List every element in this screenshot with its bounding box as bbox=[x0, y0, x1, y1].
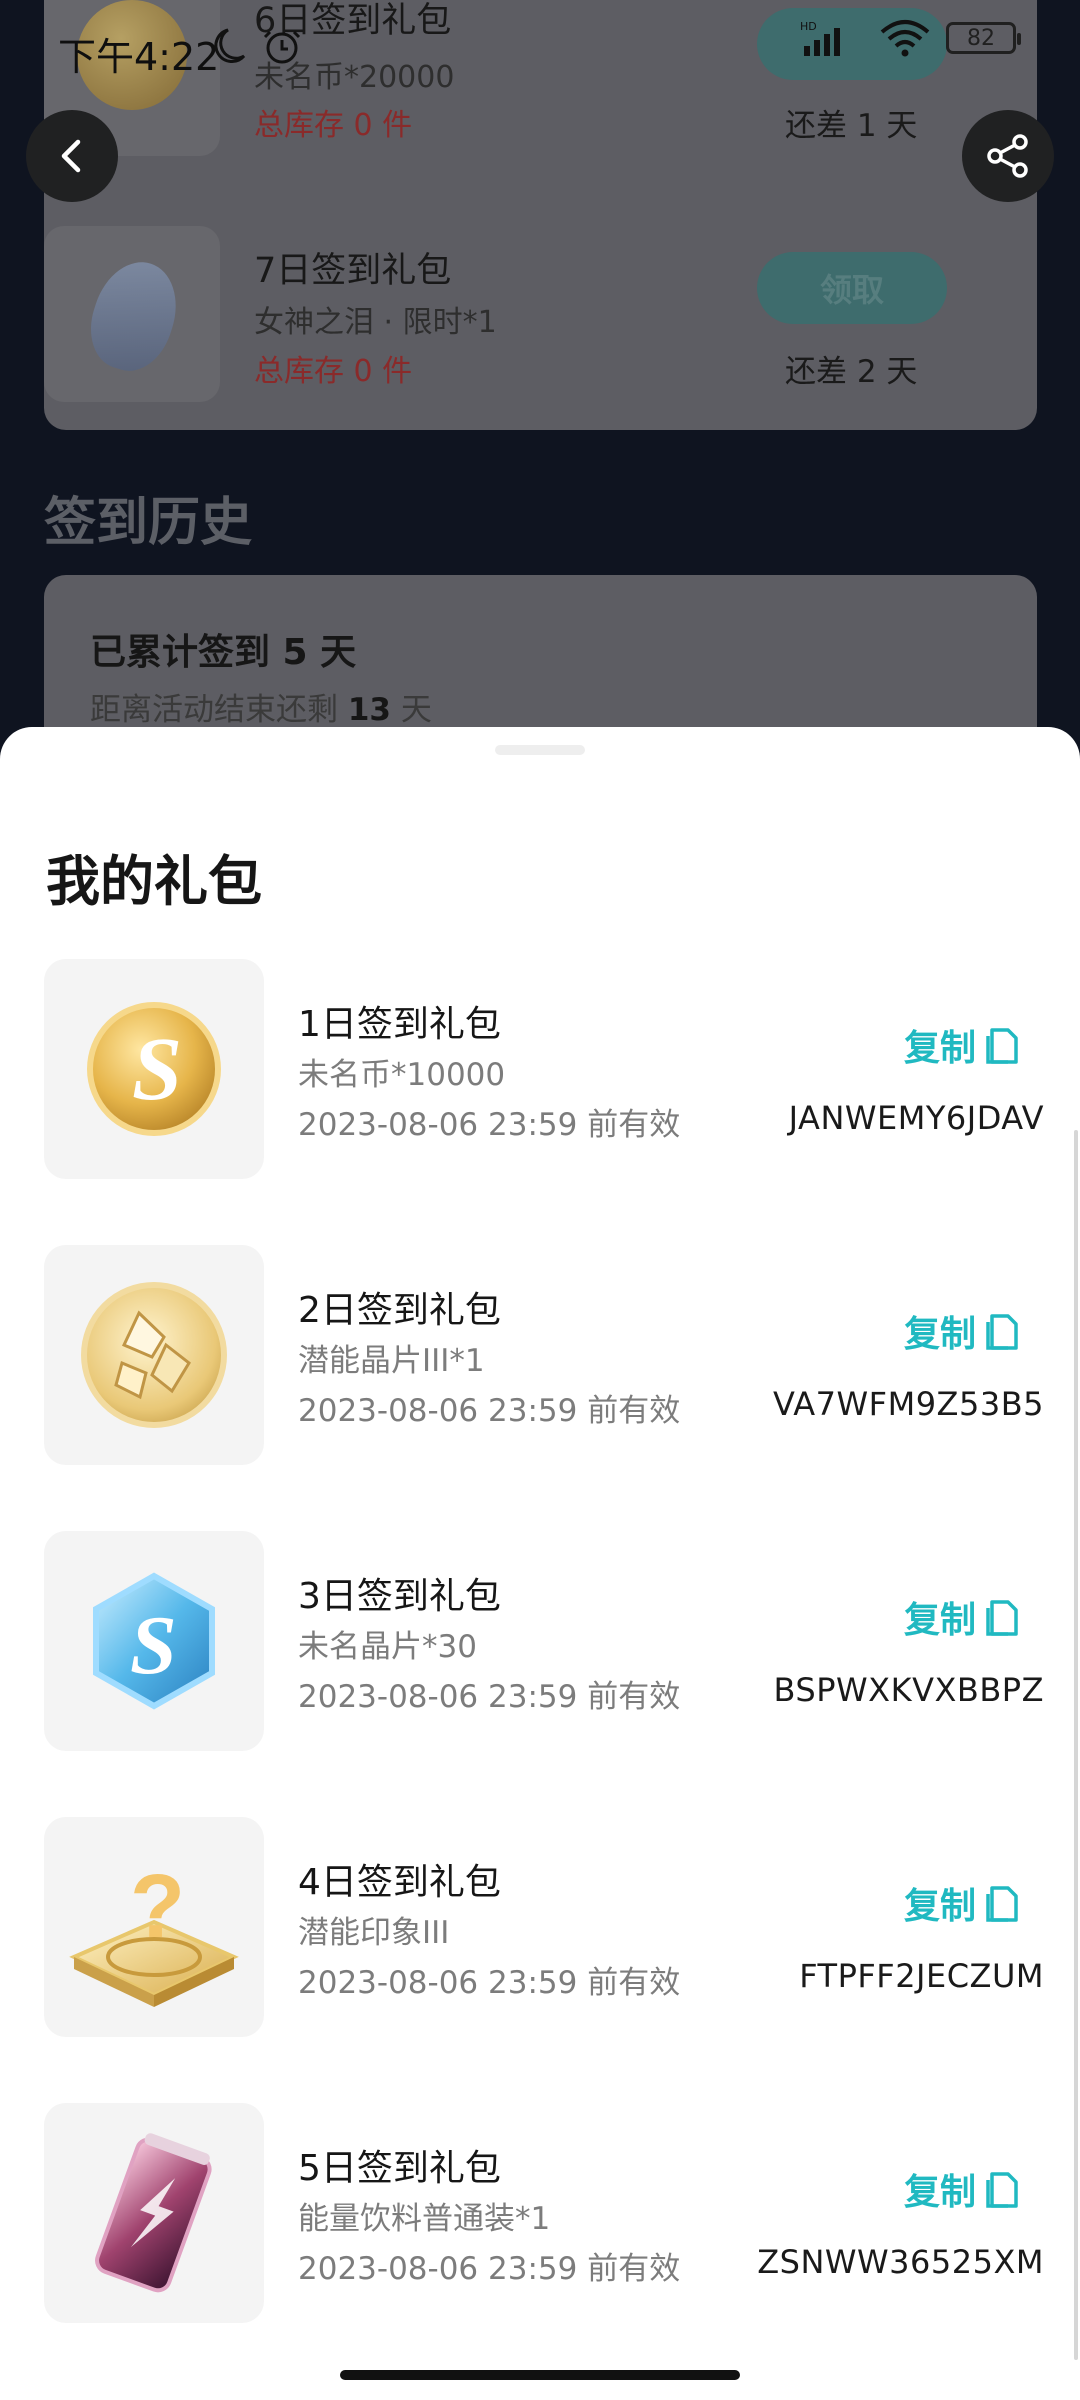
gift-item-day3: S 3日签到礼包 未名晶片*30 2023-08-06 23:59 前有效 复制… bbox=[44, 1531, 1044, 1751]
history-remaining-suffix: 天 bbox=[391, 692, 432, 728]
reward-remaining-day6: 还差 1 天 bbox=[785, 108, 918, 144]
reward-remaining-day7: 还差 2 天 bbox=[785, 354, 918, 390]
reward-stock-day7: 总库存 0 件 bbox=[254, 354, 413, 389]
gift-expiry: 2023-08-06 23:59 前有效 bbox=[298, 1393, 681, 1429]
gift-name: 2日签到礼包 bbox=[298, 1290, 501, 1331]
gift-thumb: S bbox=[44, 1531, 264, 1751]
status-time: 下午4:22 bbox=[58, 35, 220, 79]
signal-icon: HD bbox=[800, 20, 840, 56]
share-button[interactable] bbox=[962, 110, 1054, 202]
claim-button-day7[interactable]: 领取 bbox=[757, 252, 947, 324]
copy-icon bbox=[986, 1886, 1018, 1922]
gift-name: 4日签到礼包 bbox=[298, 1862, 501, 1903]
svg-text:S: S bbox=[132, 1020, 182, 1119]
reward-thumb-day7 bbox=[44, 226, 220, 402]
copy-button[interactable]: 复制 bbox=[904, 1591, 1022, 1643]
copy-icon bbox=[986, 1600, 1018, 1636]
copy-button[interactable]: 复制 bbox=[904, 1877, 1022, 1929]
battery-icon: 82 bbox=[946, 22, 1021, 54]
gift-desc: 能量饮料普通装*1 bbox=[298, 2201, 551, 2237]
history-remaining-days: 13 bbox=[347, 692, 391, 728]
gift-desc: 未名币*10000 bbox=[298, 1057, 506, 1093]
gift-desc: 潜能印象III bbox=[298, 1915, 450, 1951]
svg-text:S: S bbox=[130, 1599, 177, 1692]
gift-desc: 潜能晶片III*1 bbox=[298, 1343, 485, 1379]
sheet-drag-handle[interactable] bbox=[495, 745, 585, 755]
copy-button[interactable]: 复制 bbox=[904, 2163, 1022, 2215]
copy-button[interactable]: 复制 bbox=[904, 1019, 1022, 1071]
potential-chip-icon bbox=[81, 1282, 227, 1428]
copy-label: 复制 bbox=[904, 2172, 977, 2213]
gift-expiry: 2023-08-06 23:59 前有效 bbox=[298, 1107, 681, 1143]
wifi-icon bbox=[880, 20, 930, 57]
gift-thumb: ? bbox=[44, 1817, 264, 2037]
back-button[interactable] bbox=[26, 110, 118, 202]
gift-code: BSPWXKVXBBPZ bbox=[773, 1671, 1044, 1709]
reward-title-day7: 7日签到礼包 bbox=[254, 251, 452, 291]
gift-name: 3日签到礼包 bbox=[298, 1576, 501, 1617]
copy-label: 复制 bbox=[904, 1028, 977, 1069]
copy-label: 复制 bbox=[904, 1600, 977, 1641]
gift-thumb bbox=[44, 2103, 264, 2323]
history-remaining-prefix: 距离活动结束还剩 bbox=[90, 692, 348, 728]
gift-expiry: 2023-08-06 23:59 前有效 bbox=[298, 2251, 681, 2287]
gift-item-day4: ? 4日签到礼包 潜能印象III 2023-08-06 23:59 前有效 复制… bbox=[44, 1817, 1044, 2037]
status-right-icons: HD 82 bbox=[800, 18, 1021, 58]
sheet-title: 我的礼包 bbox=[46, 850, 262, 913]
sheet-scrollbar[interactable] bbox=[1074, 1130, 1078, 2360]
reward-desc-day7: 女神之泪 · 限时*1 bbox=[254, 305, 497, 340]
energy-drink-icon bbox=[95, 2133, 212, 2293]
chevron-left-icon bbox=[61, 139, 81, 173]
gift-desc: 未名晶片*30 bbox=[298, 1629, 477, 1665]
copy-label: 复制 bbox=[904, 1886, 977, 1927]
home-indicator[interactable] bbox=[340, 2370, 740, 2380]
history-total-days: 已累计签到 5 天 bbox=[90, 632, 357, 673]
copy-icon bbox=[986, 1314, 1018, 1350]
gift-code: VA7WFM9Z53B5 bbox=[772, 1385, 1044, 1423]
gift-thumb bbox=[44, 1245, 264, 1465]
copy-label: 复制 bbox=[904, 1314, 977, 1355]
gift-name: 5日签到礼包 bbox=[298, 2148, 501, 2189]
goddess-tear-icon bbox=[78, 251, 190, 381]
share-icon bbox=[987, 134, 1028, 178]
status-bar: 下午4:22 HD 82 bbox=[0, 0, 1080, 100]
gift-thumb: S bbox=[44, 959, 264, 1179]
gift-item-day5: 5日签到礼包 能量饮料普通装*1 2023-08-06 23:59 前有效 复制… bbox=[44, 2103, 1044, 2323]
history-remaining: 距离活动结束还剩 13 天 bbox=[90, 684, 432, 729]
sign-in-history-title: 签到历史 bbox=[44, 493, 253, 553]
copy-icon bbox=[986, 1028, 1018, 1064]
my-gifts-sheet: 我的礼包 S 1日签到礼包 未名币*10000 2023-08-06 23:59… bbox=[0, 727, 1080, 2400]
gift-code: FTPFF2JECZUM bbox=[799, 1957, 1044, 1995]
gift-item-day1: S 1日签到礼包 未名币*10000 2023-08-06 23:59 前有效 … bbox=[44, 959, 1044, 1179]
gift-code: JANWEMY6JDAV bbox=[788, 1099, 1044, 1137]
gift-expiry: 2023-08-06 23:59 前有效 bbox=[298, 1965, 681, 2001]
copy-icon bbox=[986, 2172, 1018, 2208]
gift-expiry: 2023-08-06 23:59 前有效 bbox=[298, 1679, 681, 1715]
hd-label: HD bbox=[800, 20, 817, 33]
gift-name: 1日签到礼包 bbox=[298, 1004, 501, 1045]
copy-button[interactable]: 复制 bbox=[904, 1305, 1022, 1357]
moon-alarm-icons bbox=[214, 28, 301, 64]
background-page: 6日签到礼包 未名币*20000 总库存 0 件 还差 1 天 7日签到礼包 女… bbox=[0, 0, 1080, 775]
reward-stock-day6: 总库存 0 件 bbox=[254, 108, 413, 143]
gift-code: ZSNWW36525XM bbox=[757, 2243, 1044, 2281]
gift-item-day2: 2日签到礼包 潜能晶片III*1 2023-08-06 23:59 前有效 复制… bbox=[44, 1245, 1044, 1465]
svg-text:?: ? bbox=[130, 1857, 185, 1957]
blue-hexagon-chip-icon: S bbox=[93, 1572, 215, 1710]
gold-coin-icon: S bbox=[87, 1002, 221, 1136]
mystery-box-icon: ? bbox=[69, 1857, 239, 2007]
